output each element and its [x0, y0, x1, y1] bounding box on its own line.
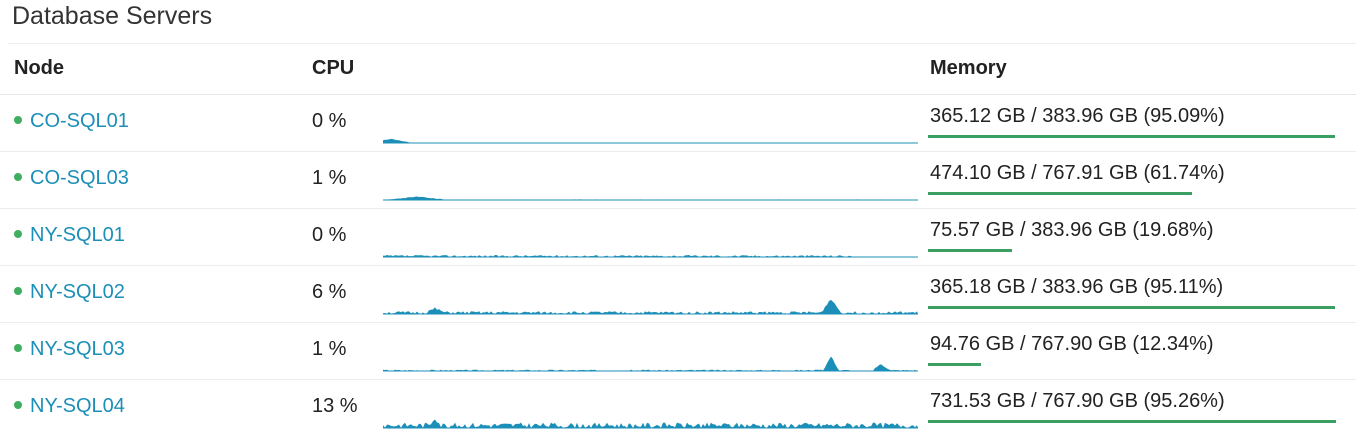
cpu-sparkline[interactable] — [383, 386, 918, 432]
cpu-sparkline-area — [383, 196, 918, 200]
table-row: NY-SQL03 1 % 94.76 GB / 767.90 GB (12.34… — [0, 323, 1356, 380]
memory-bar — [928, 363, 1356, 366]
server-link[interactable]: NY-SQL02 — [14, 281, 125, 304]
status-dot-icon — [14, 400, 22, 409]
cpu-sparkline[interactable] — [383, 215, 918, 263]
cpu-sparkline[interactable] — [383, 272, 918, 320]
server-link[interactable]: NY-SQL01 — [14, 224, 125, 247]
cpu-sparkline[interactable] — [383, 101, 918, 149]
memory-bar — [928, 420, 1356, 423]
memory-bar-fill — [928, 363, 981, 366]
panel-title: Database Servers — [12, 2, 213, 30]
server-name: CO-SQL01 — [30, 110, 129, 132]
status-dot-icon — [14, 286, 22, 295]
memory-bar-fill — [928, 306, 1336, 309]
memory-bar-fill — [928, 135, 1335, 138]
status-dot-icon — [14, 115, 22, 124]
status-dot-icon — [14, 229, 22, 238]
memory-value: 365.18 GB / 383.96 GB (95.11%) — [930, 276, 1224, 298]
memory-bar-fill — [928, 420, 1336, 423]
table-row: CO-SQL01 0 % 365.12 GB / 383.96 GB (95.0… — [0, 95, 1356, 152]
column-header-node[interactable]: Node — [14, 57, 64, 80]
table-row: CO-SQL03 1 % 474.10 GB / 767.91 GB (61.7… — [0, 152, 1356, 209]
memory-value: 365.12 GB / 383.96 GB (95.09%) — [930, 105, 1225, 127]
cpu-value: 6 % — [312, 281, 347, 303]
server-name: NY-SQL03 — [30, 338, 125, 360]
server-name: NY-SQL02 — [30, 281, 125, 303]
memory-value: 731.53 GB / 767.90 GB (95.26%) — [930, 390, 1225, 412]
memory-bar — [928, 192, 1356, 195]
memory-value: 75.57 GB / 383.96 GB (19.68%) — [930, 219, 1214, 241]
memory-bar — [928, 249, 1356, 252]
table-row: NY-SQL02 6 % 365.18 GB / 383.96 GB (95.1… — [0, 266, 1356, 323]
cpu-value: 13 % — [312, 395, 358, 417]
column-header-memory[interactable]: Memory — [930, 57, 1007, 80]
cpu-sparkline-area — [383, 356, 918, 371]
cpu-sparkline[interactable] — [383, 329, 918, 377]
memory-bar — [928, 135, 1356, 138]
table-header: Node CPU Memory — [0, 44, 1356, 95]
cpu-value: 0 % — [312, 110, 347, 132]
cpu-sparkline[interactable] — [383, 158, 918, 206]
status-dot-icon — [14, 172, 22, 181]
memory-value: 94.76 GB / 767.90 GB (12.34%) — [930, 333, 1214, 355]
cpu-value: 1 % — [312, 338, 347, 360]
server-link[interactable]: CO-SQL01 — [14, 110, 129, 133]
cpu-sparkline-area — [383, 419, 918, 428]
server-name: NY-SQL01 — [30, 224, 125, 246]
memory-bar — [928, 306, 1356, 309]
cpu-sparkline-area — [383, 299, 918, 314]
server-link[interactable]: NY-SQL03 — [14, 338, 125, 361]
column-header-cpu[interactable]: CPU — [312, 57, 354, 80]
server-link[interactable]: NY-SQL04 — [14, 395, 125, 418]
table-row: NY-SQL04 13 % 731.53 GB / 767.90 GB (95.… — [0, 380, 1356, 432]
server-name: CO-SQL03 — [30, 167, 129, 189]
memory-bar-fill — [928, 249, 1013, 252]
cpu-value: 0 % — [312, 224, 347, 246]
server-name: NY-SQL04 — [30, 395, 125, 417]
table-row: NY-SQL01 0 % 75.57 GB / 383.96 GB (19.68… — [0, 209, 1356, 266]
cpu-sparkline-area — [383, 138, 918, 143]
memory-value: 474.10 GB / 767.91 GB (61.74%) — [930, 162, 1225, 184]
memory-bar-fill — [928, 192, 1193, 195]
cpu-value: 1 % — [312, 167, 347, 189]
status-dot-icon — [14, 343, 22, 352]
server-link[interactable]: CO-SQL03 — [14, 167, 129, 190]
